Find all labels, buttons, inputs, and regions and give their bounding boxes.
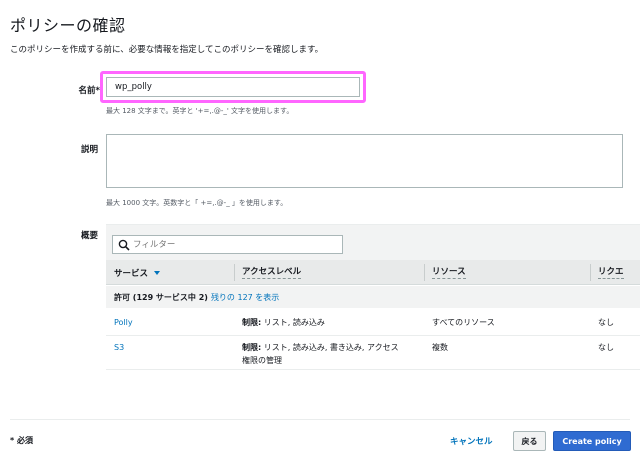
- summary-table: サービス アクセスレベル リソース リクエ 許可 (129 サービス中 2) 残…: [106, 224, 640, 370]
- access-level-cell: 制限: リスト, 読み込み: [242, 316, 422, 329]
- name-field[interactable]: [106, 77, 360, 97]
- column-header-access-level-label: アクセスレベル: [242, 266, 302, 279]
- sort-desc-icon: [154, 270, 161, 275]
- request-cell: なし: [598, 343, 614, 352]
- access-level-text-line2: 権限の管理: [242, 356, 282, 365]
- access-level-prefix: 制限:: [242, 343, 262, 352]
- table-row: S3 制限: リスト, 読み込み, 書き込み, アクセス 権限の管理 複数 なし: [106, 336, 640, 370]
- description-field[interactable]: [106, 134, 623, 188]
- access-level-text: リスト, 読み込み, 書き込み, アクセス: [263, 343, 399, 352]
- resource-cell: すべてのリソース: [432, 318, 495, 327]
- cancel-button[interactable]: キャンセル: [450, 431, 493, 451]
- name-hint: 最大 128 文字まで。英字と '+=,.@-_' 文字を使用します。: [106, 107, 294, 115]
- create-policy-button[interactable]: Create policy: [553, 431, 631, 451]
- column-header-service-label: サービス: [114, 268, 149, 279]
- required-note: * 必須: [10, 436, 33, 445]
- table-row: Polly 制限: リスト, 読み込み すべてのリソース なし: [106, 308, 640, 336]
- show-remaining-link[interactable]: 残りの 127 を表示: [211, 292, 279, 303]
- service-link-polly[interactable]: Polly: [114, 316, 133, 329]
- footer-divider: [10, 419, 630, 420]
- column-header-request-label: リクエ: [598, 266, 624, 279]
- column-header-service[interactable]: サービス: [106, 260, 234, 285]
- column-header-access-level[interactable]: アクセスレベル: [234, 260, 424, 285]
- search-icon: [118, 239, 130, 251]
- name-label: 名前*: [78, 86, 100, 96]
- access-level-prefix: 制限:: [242, 318, 262, 327]
- page-title: ポリシーの確認: [10, 16, 126, 35]
- filter-box[interactable]: [112, 235, 343, 254]
- column-header-request[interactable]: リクエ: [590, 260, 640, 285]
- back-button[interactable]: 戻る: [513, 431, 546, 451]
- description-label: 説明: [80, 145, 98, 155]
- table-header: サービス アクセスレベル リソース リクエ: [106, 260, 640, 285]
- filter-input[interactable]: [133, 239, 333, 250]
- resource-cell: 複数: [432, 343, 448, 352]
- column-header-resource-label: リソース: [432, 266, 466, 279]
- access-level-cell: 制限: リスト, 読み込み, 書き込み, アクセス 権限の管理: [242, 341, 422, 367]
- description-hint: 最大 1000 文字。英数字と「 +=,.@-_ 」を使用します。: [106, 199, 288, 207]
- summary-toolbar: [106, 224, 640, 260]
- group-allow-count: 許可 (129 サービス中 2): [114, 292, 208, 302]
- group-row: 許可 (129 サービス中 2) 残りの 127 を表示: [106, 286, 640, 308]
- access-level-text: リスト, 読み込み: [263, 318, 325, 327]
- service-link-s3[interactable]: S3: [114, 341, 124, 354]
- column-header-resource[interactable]: リソース: [424, 260, 590, 285]
- request-cell: なし: [598, 318, 614, 327]
- page-description: このポリシーを作成する前に、必要な情報を指定してこのポリシーを確認します。: [10, 45, 324, 55]
- summary-label: 概要: [80, 231, 98, 241]
